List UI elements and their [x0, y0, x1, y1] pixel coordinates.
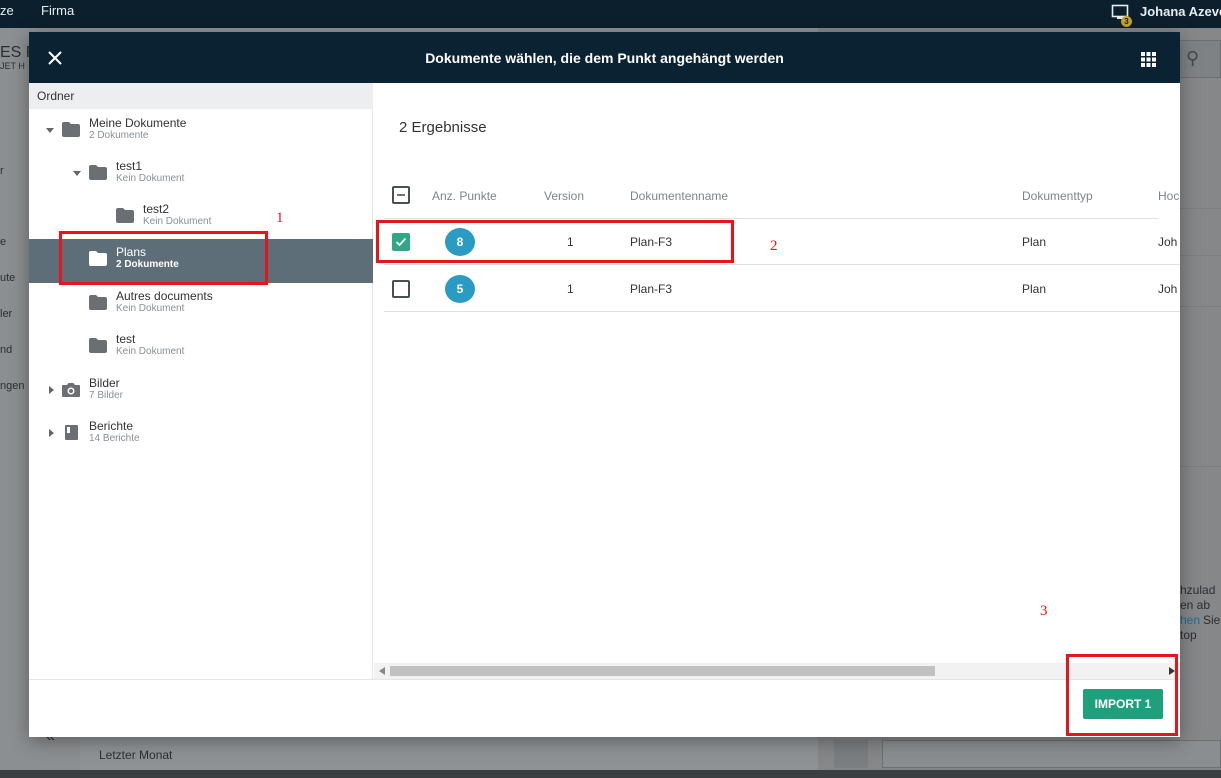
nav-item-firma[interactable]: Firma [41, 3, 74, 18]
tree-item-count: 2 Dokumente [116, 259, 179, 270]
tree-item-count: Kein Dokument [116, 303, 185, 314]
column-header-points[interactable]: Anz. Punkte [432, 189, 497, 203]
horizontal-scrollbar[interactable] [374, 663, 1180, 679]
bg-bottom-bar [0, 770, 1221, 778]
notification-badge: 3 [1121, 16, 1132, 27]
tree-item-label: Plans [116, 245, 147, 259]
folder-icon [62, 122, 80, 137]
grid-view-icon[interactable] [1141, 52, 1156, 67]
bg-right-fragment: en ab [1180, 598, 1211, 612]
bg-side-fragment: r [0, 165, 4, 177]
table-header: Anz. Punkte Version Dokumentenname Dokum… [384, 176, 1179, 219]
tree-item-count: Kein Dokument [143, 216, 212, 227]
cell-document-type: Plan [1022, 282, 1047, 296]
bg-side-fragment: e [0, 236, 7, 248]
document-picker-dialog: Dokumente wählen, die dem Punkt angehäng… [29, 32, 1180, 737]
row-checkbox[interactable] [392, 280, 410, 298]
row-checkbox[interactable] [392, 233, 410, 251]
tree-item-count: Kein Dokument [116, 346, 185, 357]
cell-document-type: Plan [1022, 235, 1047, 249]
indeterminate-icon [397, 194, 405, 196]
cell-version: 1 [567, 282, 574, 296]
caret-right-icon[interactable] [46, 428, 56, 438]
tree-item-meine-dokumente[interactable]: Meine Dokumente 2 Dokumente [29, 110, 373, 154]
report-icon [65, 425, 78, 440]
import-button[interactable]: IMPORT 1 [1083, 689, 1163, 719]
bg-search-button[interactable]: ⚲ [1177, 40, 1221, 78]
results-count: 2 Ergebnisse [399, 119, 487, 136]
tree-item-label: test2 [143, 202, 170, 216]
column-header-owner[interactable]: Hoc [1158, 189, 1179, 203]
tree-item-berichte[interactable]: Berichte 14 Berichte [29, 413, 373, 457]
tree-item-count: 2 Dokumente [89, 130, 149, 141]
table-row[interactable]: 8 1 Plan-F3 Plan Joh [384, 219, 1180, 265]
tree-item-test1[interactable]: test1 Kein Dokument [29, 153, 373, 197]
bg-right-fragment: top [1180, 628, 1197, 642]
folder-icon [89, 338, 107, 353]
annotation-number-1: 1 [276, 210, 284, 226]
folder-tree-header: Ordner [29, 83, 373, 109]
annotation-number-3: 3 [1040, 603, 1048, 619]
app-topbar: ze Firma 3 Johana Azevedo [0, 0, 1221, 28]
cell-version: 1 [567, 235, 574, 249]
tree-item-count: Kein Dokument [116, 173, 185, 184]
tree-item-label: test1 [116, 159, 143, 173]
results-panel: 2 Ergebnisse Anz. Punkte Version Dokumen… [374, 83, 1180, 679]
cell-owner: Joh [1158, 282, 1178, 296]
bg-comment-input[interactable] [882, 740, 1221, 768]
user-name[interactable]: Johana Azevedo [1140, 4, 1221, 19]
select-all-checkbox[interactable] [392, 186, 410, 204]
bg-right-link-fragment[interactable]: hen [1180, 613, 1200, 627]
dialog-header: Dokumente wählen, die dem Punkt angehäng… [29, 32, 1180, 83]
search-icon: ⚲ [1186, 48, 1200, 68]
tree-item-label: Autres documents [116, 289, 213, 303]
bg-right-fragment: hzulad [1180, 583, 1216, 597]
bg-side-fragment: ute [0, 272, 16, 284]
bg-side-fragment: ler [0, 308, 13, 320]
tree-item-plans[interactable]: Plans 2 Dokumente [29, 239, 373, 283]
tree-item-label: Berichte [89, 419, 134, 433]
nav-item-fragment[interactable]: ze [0, 3, 14, 18]
scrollbar-thumb[interactable] [390, 666, 935, 676]
tree-item-label: Bilder [89, 376, 120, 390]
caret-down-icon[interactable] [72, 168, 82, 178]
bg-side-fragment: nd [0, 344, 13, 356]
tree-item-label: test [116, 332, 136, 346]
bg-side-fragment: ngen [0, 380, 25, 392]
cell-document-name: Plan-F3 [630, 235, 673, 249]
dialog-footer: IMPORT 1 [29, 679, 1180, 737]
tree-item-autres-documents[interactable]: Autres documents Kein Dokument [29, 283, 373, 327]
points-badge: 5 [445, 275, 475, 303]
tree-item-count: 7 Bilder [89, 390, 123, 401]
bg-bottom-text: Letzter Monat [99, 748, 173, 762]
bg-subtitle-fragment: JET H [0, 61, 25, 71]
tree-item-test2[interactable]: test2 Kein Dokument [29, 196, 373, 240]
table-row[interactable]: 5 1 Plan-F3 Plan Joh [384, 266, 1180, 312]
cell-document-name: Plan-F3 [630, 282, 673, 296]
bg-avatar [834, 740, 868, 768]
scroll-right-icon[interactable] [1168, 667, 1176, 675]
folder-icon [89, 165, 107, 180]
camera-icon [62, 383, 80, 397]
column-header-version[interactable]: Version [544, 189, 584, 203]
tree-item-test[interactable]: test Kein Dokument [29, 326, 373, 370]
folder-icon [89, 295, 107, 310]
points-badge: 8 [445, 228, 475, 256]
caret-right-icon[interactable] [46, 385, 56, 395]
tree-item-bilder[interactable]: Bilder 7 Bilder [29, 370, 373, 414]
tree-item-label: Meine Dokumente [89, 116, 187, 130]
scroll-left-icon[interactable] [378, 667, 386, 675]
bg-right-fragment: Sie [1203, 613, 1221, 627]
tree-item-count: 14 Berichte [89, 433, 140, 444]
folder-icon [89, 251, 107, 266]
column-header-type[interactable]: Dokumenttyp [1022, 189, 1093, 203]
check-icon [395, 237, 407, 247]
folder-icon [116, 208, 134, 223]
dialog-title: Dokumente wählen, die dem Punkt angehäng… [425, 50, 784, 66]
caret-down-icon[interactable] [45, 125, 55, 135]
folder-tree: Ordner Meine Dokumente 2 Dokumente test1… [29, 83, 373, 679]
column-header-name[interactable]: Dokumentenname [630, 189, 728, 203]
annotation-number-2: 2 [770, 238, 778, 254]
cell-owner: Joh [1158, 235, 1178, 249]
